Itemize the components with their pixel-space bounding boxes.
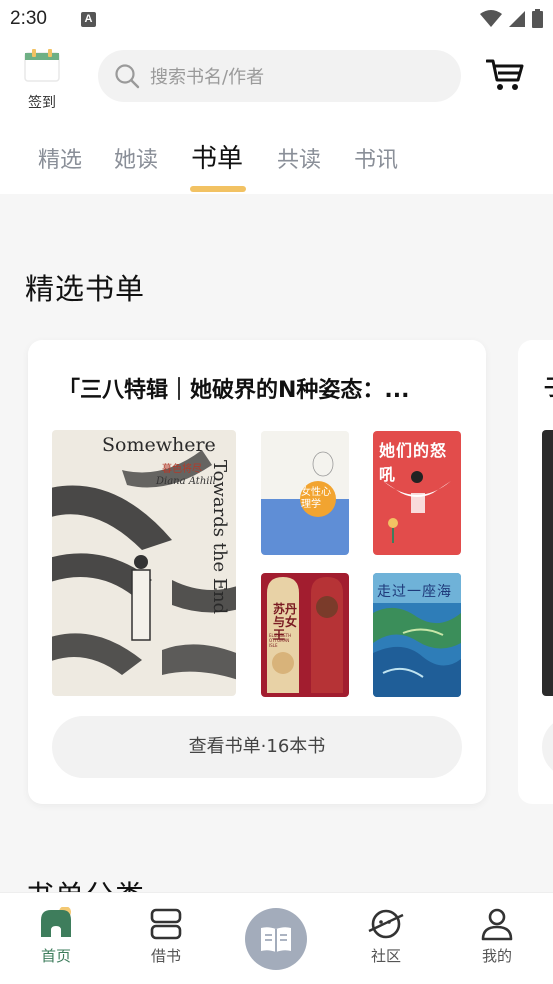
book-subtitle-cn: 暮色将尽: [162, 464, 202, 475]
status-time: 2:30: [10, 8, 47, 29]
book-title-en: Somewhere: [102, 434, 216, 456]
nav-profile-label: 我的: [481, 947, 512, 965]
section-title: 精选书单: [25, 272, 146, 306]
checkin-label: 签到: [28, 95, 56, 111]
notification-icon: A: [80, 11, 96, 27]
home-icon: [41, 907, 71, 937]
bottom-nav: 首页 借书 社区 我的: [0, 892, 553, 984]
next-card-button: [542, 716, 553, 778]
nav-borrow[interactable]: 借书: [126, 893, 206, 966]
tab-her-reading[interactable]: 她读: [114, 142, 158, 174]
book-title-cn: 走过一座海: [377, 584, 452, 600]
header: 签到 搜索书名/作者 精选 她读 书单 共读 书讯: [0, 38, 553, 194]
book-cover-cross-a-sea[interactable]: 走过一座海: [373, 573, 461, 697]
planet-icon: [368, 909, 404, 939]
book-cover-somewhere[interactable]: Somewhere 暮色将尽 Diana Athill Towards the …: [52, 430, 236, 696]
nav-profile[interactable]: 我的: [457, 893, 537, 966]
tab-book-news[interactable]: 书讯: [354, 142, 398, 174]
nav-community[interactable]: 社区: [346, 893, 426, 966]
tab-booklists[interactable]: 书单: [191, 138, 243, 175]
cart-button[interactable]: [485, 58, 524, 96]
battery-icon: [532, 9, 543, 28]
book-cover-their-roar[interactable]: 她们的怒吼: [373, 431, 461, 555]
book-author: Diana Athill: [156, 476, 216, 487]
open-book-icon: [261, 927, 291, 952]
next-card-book: [542, 430, 553, 696]
wifi-icon: [480, 9, 502, 27]
booklist-card[interactable]: 「三八特辑｜她破界的N种姿态：... Somewhere 暮色将尽 Diana …: [28, 340, 486, 804]
nav-borrow-label: 借书: [150, 947, 181, 965]
book-cover-sultan-queen[interactable]: 苏丹与女王 ELIZABETH OTTOMAN ISLE: [261, 573, 349, 697]
user-icon: [481, 908, 513, 941]
booklist-card-next[interactable]: 子: [518, 340, 553, 804]
active-tab-indicator: [190, 186, 246, 192]
view-booklist-button[interactable]: 查看书单·16本书: [52, 716, 462, 778]
booklist-title: 「三八特辑｜她破界的N种姿态：...: [58, 378, 410, 403]
search-placeholder: 搜索书名/作者: [150, 67, 265, 88]
book-title-cn: 她们的怒吼: [379, 441, 448, 484]
nav-home-label: 首页: [40, 947, 71, 965]
calendar-icon: [24, 49, 60, 82]
borrow-icon: [150, 908, 182, 940]
status-bar: 2:30 A: [0, 0, 553, 38]
cart-icon: [485, 59, 524, 90]
next-card-title: 子: [544, 370, 553, 402]
nav-reader-button[interactable]: [245, 908, 307, 970]
tab-featured[interactable]: 精选: [38, 142, 82, 174]
book-title-cn: 女性心理学: [301, 487, 331, 510]
nav-home[interactable]: 首页: [16, 893, 96, 966]
search-input[interactable]: 搜索书名/作者: [98, 50, 461, 102]
tab-co-reading[interactable]: 共读: [277, 142, 321, 174]
section2-title: 书单分类: [25, 873, 145, 893]
nav-community-label: 社区: [370, 947, 401, 965]
book-subtitle-en: Towards the End: [209, 460, 230, 615]
checkin-button[interactable]: 签到: [22, 48, 62, 112]
status-icons: [480, 9, 543, 28]
tab-bar: 精选 她读 书单 共读 书讯: [0, 138, 553, 194]
signal-icon: [509, 10, 525, 27]
search-icon: [115, 64, 140, 89]
book-cover-female-psychology[interactable]: 女性心理学: [261, 431, 349, 555]
book-title-en: ELIZABETH OTTOMAN ISLE: [269, 633, 292, 648]
